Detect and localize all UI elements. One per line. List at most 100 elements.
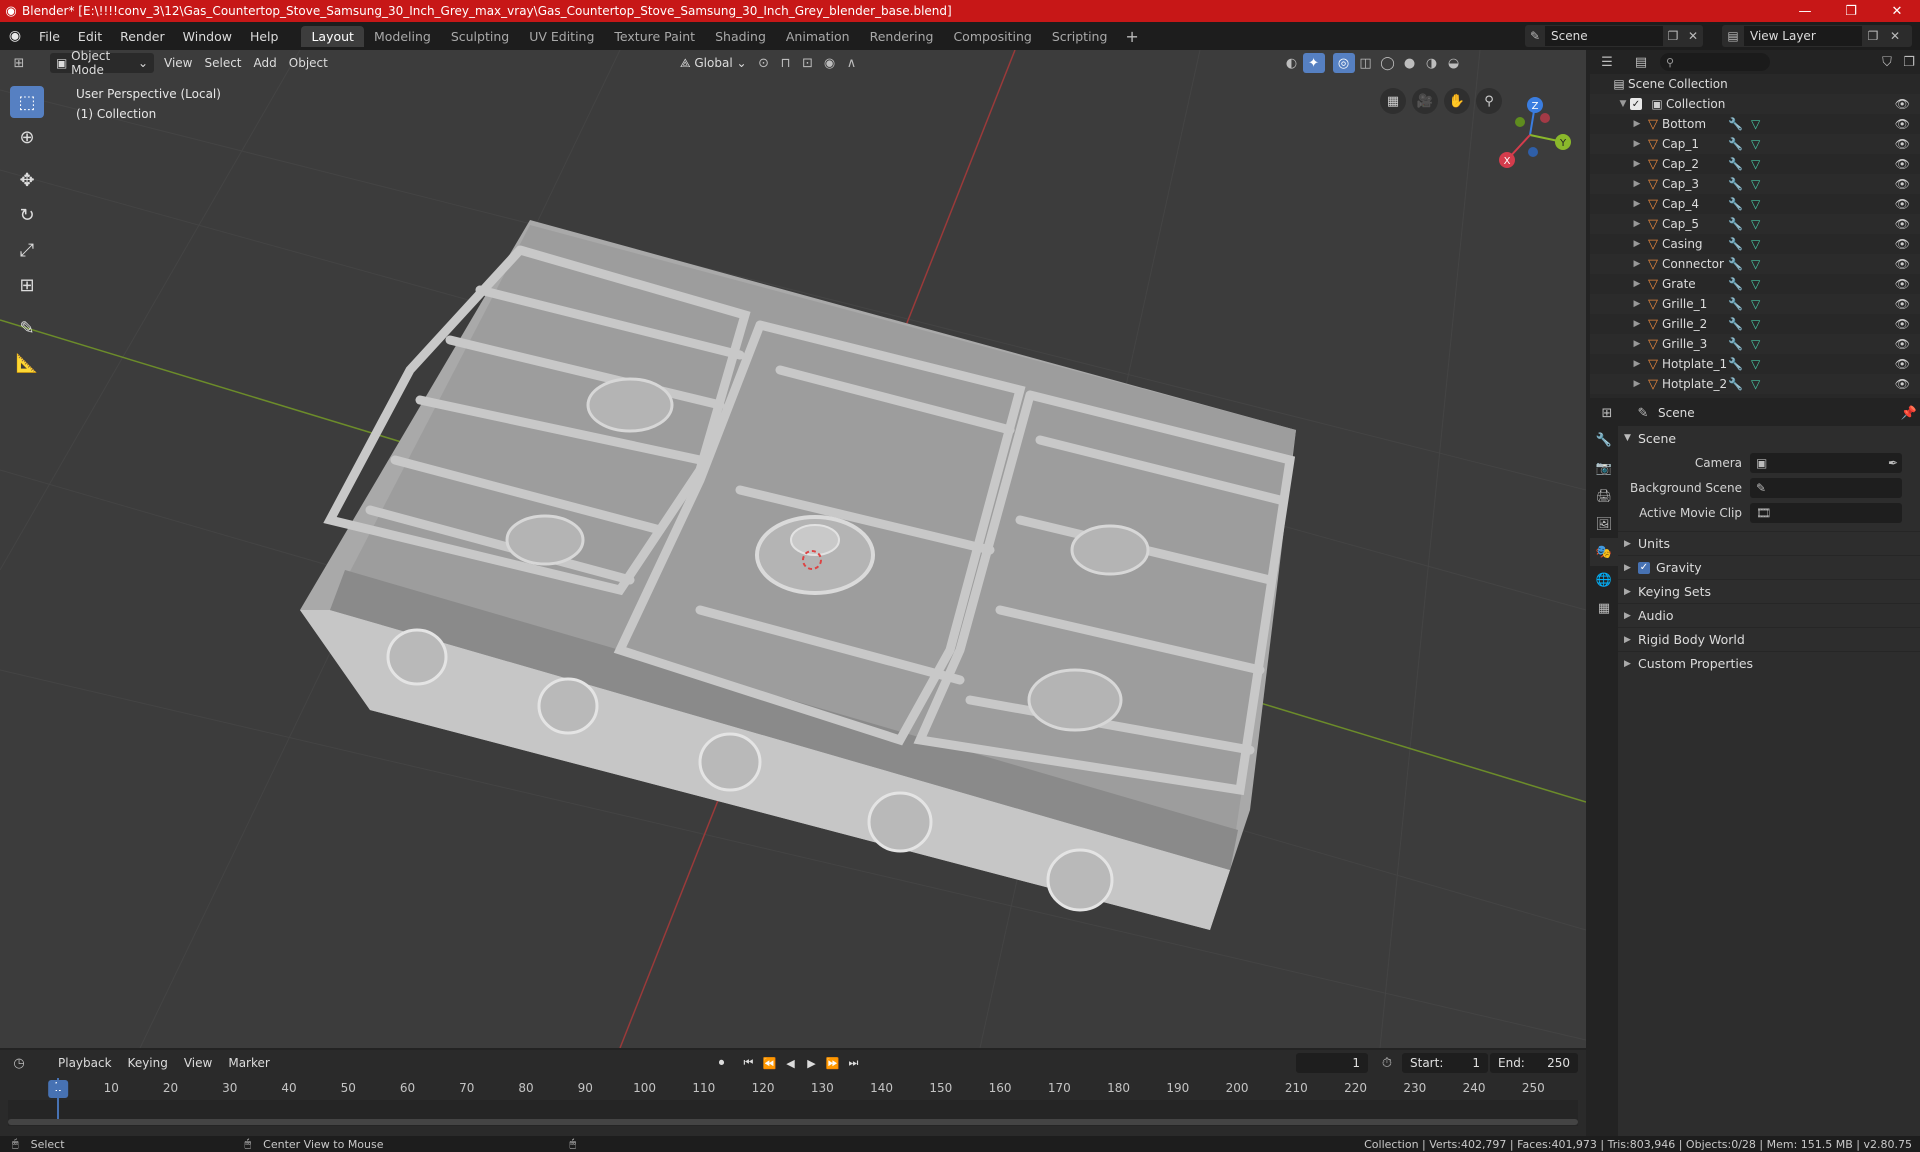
falloff-icon[interactable]: ∧ [841, 53, 863, 73]
active-movie-clip-field[interactable]: 🎞 [1750, 502, 1902, 523]
eye-icon[interactable]: 👁 [1895, 117, 1910, 131]
modifier-wrench-icon[interactable]: 🔧 [1728, 297, 1743, 311]
expand-arrow-icon[interactable]: ▶ [1630, 279, 1644, 289]
eye-icon[interactable]: 👁 [1895, 297, 1910, 311]
custom-properties-panel[interactable]: ▶ Custom Properties [1618, 651, 1920, 675]
gravity-checkbox[interactable]: ✓ [1638, 561, 1650, 574]
outliner-item[interactable]: ▶ ▽ Casing 🔧 ▽ 👁 [1590, 234, 1920, 254]
eye-icon[interactable]: 👁 [1895, 337, 1910, 351]
tab-modeling[interactable]: Modeling [364, 26, 441, 47]
gizmo-toggle-icon[interactable]: ✦ [1302, 53, 1325, 73]
shading-rendered-icon[interactable]: ◒ [1443, 53, 1465, 73]
outliner-item[interactable]: ▶ ▽ Connector 🔧 ▽ 👁 [1590, 254, 1920, 274]
output-tab-icon[interactable]: 🖨 [1590, 482, 1618, 510]
mesh-data-icon[interactable]: ▽ [1751, 357, 1760, 371]
menu-timeline-view[interactable]: View [176, 1056, 220, 1070]
expand-arrow-icon[interactable]: ▶ [1630, 219, 1644, 229]
eye-icon[interactable]: 👁 [1895, 257, 1910, 271]
modifier-wrench-icon[interactable]: 🔧 [1728, 357, 1743, 371]
snap-icon[interactable]: ⊓ [775, 53, 797, 73]
outliner-item[interactable]: ▶ ▽ Grille_1 🔧 ▽ 👁 [1590, 294, 1920, 314]
proportional-edit-icon[interactable]: ◉ [819, 53, 841, 73]
eyedropper-icon[interactable]: ✒ [1888, 456, 1902, 470]
modifier-wrench-icon[interactable]: 🔧 [1728, 117, 1743, 131]
scale-icon[interactable]: ⤢ [10, 234, 44, 266]
display-mode-icon[interactable]: ▤ [1630, 52, 1652, 72]
eye-icon[interactable]: 👁 [1895, 217, 1910, 231]
modifier-wrench-icon[interactable]: 🔧 [1728, 317, 1743, 331]
texture-tab-icon[interactable]: ▦ [1590, 594, 1618, 622]
expand-arrow-icon[interactable]: ▶ [1630, 239, 1644, 249]
start-frame-field[interactable]: Start: 1 [1402, 1053, 1488, 1073]
eye-icon[interactable]: 👁 [1895, 357, 1910, 371]
modifier-wrench-icon[interactable]: 🔧 [1728, 377, 1743, 391]
new-collection-icon[interactable]: ❐ [1898, 52, 1920, 72]
modifier-wrench-icon[interactable]: 🔧 [1728, 157, 1743, 171]
timeline-scrollbar[interactable] [8, 1119, 1578, 1125]
add-workspace-icon[interactable]: + [1117, 27, 1146, 46]
navigation-gizmo[interactable]: Z Y X [1485, 90, 1575, 180]
timeline-editor-icon[interactable]: ◷ [8, 1053, 30, 1073]
pan-hand-icon[interactable]: ✋ [1444, 88, 1470, 114]
menu-window[interactable]: Window [174, 29, 241, 44]
expand-arrow-icon[interactable]: ▶ [1630, 139, 1644, 149]
expand-arrow-icon[interactable]: ▶ [1630, 179, 1644, 189]
filter-icon[interactable]: ⛉ [1876, 52, 1898, 72]
view-layer-field[interactable] [1744, 26, 1862, 46]
menu-keying[interactable]: Keying [120, 1056, 176, 1070]
tab-compositing[interactable]: Compositing [943, 26, 1041, 47]
outliner-item[interactable]: ▶ ▽ Bottom 🔧 ▽ 👁 [1590, 114, 1920, 134]
mesh-data-icon[interactable]: ▽ [1751, 297, 1760, 311]
3d-viewport[interactable]: ⊞ ▣ Object Mode ⌄ View Select Add Object… [0, 50, 1586, 1048]
eye-icon[interactable]: 👁 [1895, 237, 1910, 251]
record-icon[interactable]: ⏺ [712, 1054, 731, 1072]
mesh-data-icon[interactable]: ▽ [1751, 217, 1760, 231]
camera-view-icon[interactable]: 🎥 [1412, 88, 1438, 114]
pin-icon[interactable]: 📌 [1898, 403, 1920, 423]
mesh-data-icon[interactable]: ▽ [1751, 117, 1760, 131]
jump-end-icon[interactable]: ⏭ [844, 1054, 863, 1072]
outliner-item[interactable]: ▶ ▽ Cap_1 🔧 ▽ 👁 [1590, 134, 1920, 154]
outliner-item[interactable]: ▶ ▽ Hotplate_1 🔧 ▽ 👁 [1590, 354, 1920, 374]
eye-icon[interactable]: 👁 [1895, 177, 1910, 191]
mesh-data-icon[interactable]: ▽ [1751, 157, 1760, 171]
prev-keyframe-icon[interactable]: ⏪ [760, 1054, 779, 1072]
cursor-icon[interactable]: ⊕ [10, 121, 44, 153]
eye-icon[interactable]: 👁 [1895, 97, 1910, 111]
minimize-button[interactable]: — [1782, 0, 1828, 22]
units-panel[interactable]: ▶ Units [1618, 531, 1920, 555]
scene-selector[interactable]: ✎ ❐ ✕ [1525, 25, 1703, 47]
eye-icon[interactable]: 👁 [1895, 317, 1910, 331]
menu-object[interactable]: Object [283, 53, 334, 73]
scene-name-field[interactable] [1545, 26, 1663, 46]
visibility-icon[interactable]: ◐ [1281, 53, 1303, 73]
tab-uv-editing[interactable]: UV Editing [519, 26, 604, 47]
scene-collection-row[interactable]: ▤ Scene Collection [1590, 74, 1920, 94]
mesh-data-icon[interactable]: ▽ [1751, 317, 1760, 331]
editor-type-icon[interactable]: ⊞ [8, 53, 30, 73]
play-reverse-icon[interactable]: ◀ [781, 1054, 800, 1072]
eye-icon[interactable]: 👁 [1895, 277, 1910, 291]
tab-shading[interactable]: Shading [705, 26, 776, 47]
expand-arrow-icon[interactable]: ▶ [1630, 339, 1644, 349]
modifier-wrench-icon[interactable]: 🔧 [1728, 277, 1743, 291]
expand-arrow-icon[interactable]: ▶ [1630, 119, 1644, 129]
world-tab-icon[interactable]: 🌐 [1590, 566, 1618, 594]
modifier-wrench-icon[interactable]: 🔧 [1728, 337, 1743, 351]
outliner-item[interactable]: ▶ ▽ Cap_2 🔧 ▽ 👁 [1590, 154, 1920, 174]
modifier-wrench-icon[interactable]: 🔧 [1728, 177, 1743, 191]
gravity-panel[interactable]: ▶ ✓ Gravity [1618, 555, 1920, 579]
mesh-data-icon[interactable]: ▽ [1751, 337, 1760, 351]
jump-start-icon[interactable]: ⏮ [739, 1054, 758, 1072]
outliner-item[interactable]: ▶ ▽ Cap_3 🔧 ▽ 👁 [1590, 174, 1920, 194]
overlay-toggle-icon[interactable]: ◎ [1332, 53, 1355, 73]
expand-arrow-icon[interactable]: ▼ [1616, 99, 1630, 109]
menu-view[interactable]: View [158, 53, 198, 73]
menu-select[interactable]: Select [198, 53, 247, 73]
menu-help[interactable]: Help [241, 29, 288, 44]
expand-arrow-icon[interactable]: ▶ [1630, 259, 1644, 269]
eye-icon[interactable]: 👁 [1895, 197, 1910, 211]
expand-arrow-icon[interactable]: ▶ [1630, 319, 1644, 329]
tab-layout[interactable]: Layout [301, 25, 364, 47]
eye-icon[interactable]: 👁 [1895, 137, 1910, 151]
